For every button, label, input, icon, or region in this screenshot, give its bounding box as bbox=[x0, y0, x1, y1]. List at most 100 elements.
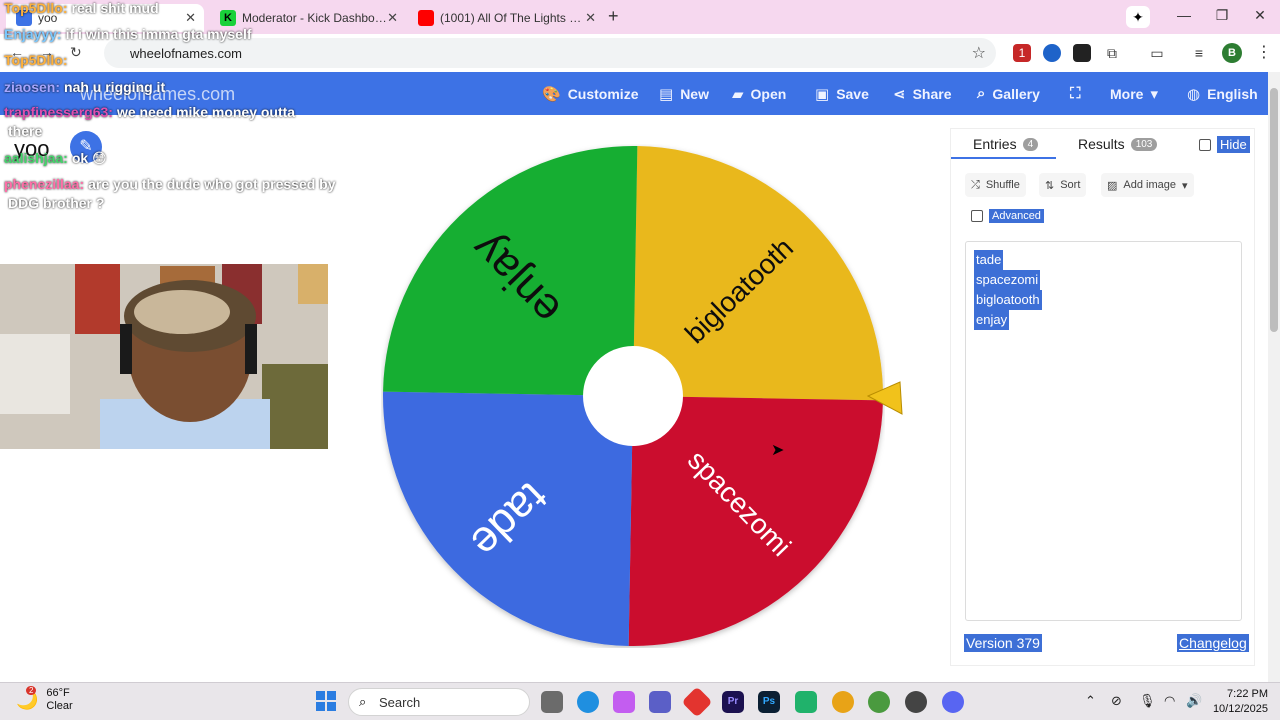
gallery-button[interactable]: ⌕ Gallery bbox=[977, 85, 1040, 102]
advanced-toggle[interactable]: Advanced bbox=[971, 209, 1044, 223]
profile-avatar[interactable]: B bbox=[1222, 43, 1242, 63]
tray-overflow-icon[interactable]: ⌃ bbox=[1085, 693, 1096, 709]
reload-icon[interactable]: ↻ bbox=[70, 44, 82, 61]
chrome-profile-icon[interactable] bbox=[868, 691, 890, 713]
save-button[interactable]: ▣ Save bbox=[815, 85, 869, 103]
chat-message: Enjayyy: if i win this imma gta myself bbox=[4, 26, 252, 42]
minimize-button[interactable]: — bbox=[1174, 7, 1194, 23]
close-icon[interactable]: ✕ bbox=[387, 10, 398, 26]
palette-icon: 🎨 bbox=[542, 86, 561, 103]
customize-button[interactable]: 🎨 Customize bbox=[542, 85, 638, 103]
scrollbar-thumb[interactable] bbox=[1270, 88, 1278, 332]
changelog-link[interactable]: Changelog bbox=[1177, 634, 1249, 652]
open-button[interactable]: ▰ Open bbox=[732, 85, 786, 103]
hide-checkbox[interactable] bbox=[1199, 138, 1211, 151]
screen: yoo ✕ K Moderator - Kick Dashboard ✕ (10… bbox=[0, 0, 1280, 720]
weather-widget[interactable]: 🌙 2 66°F Clear bbox=[16, 685, 73, 713]
hide-toggle[interactable]: Hide bbox=[1199, 136, 1250, 153]
windows-start-icon[interactable] bbox=[316, 691, 336, 711]
extension-dark-icon[interactable] bbox=[1073, 44, 1091, 62]
bookmark-star-icon[interactable]: ☆ bbox=[972, 43, 986, 63]
sort-button[interactable]: ⇅ Sort bbox=[1039, 173, 1087, 197]
more-button[interactable]: More ▾ bbox=[1110, 85, 1158, 103]
entries-count-badge: 4 bbox=[1022, 137, 1039, 151]
chat-message: ziaosen: nah u rigging it bbox=[4, 79, 166, 95]
language-button[interactable]: ◍ English bbox=[1187, 85, 1258, 103]
media-queue-icon[interactable]: ≡ bbox=[1190, 44, 1208, 62]
wheel-pointer-icon bbox=[866, 381, 903, 415]
copilot-icon[interactable] bbox=[613, 691, 635, 713]
new-button[interactable]: ▤ New bbox=[659, 85, 709, 103]
weather-icon: 🌙 2 bbox=[16, 685, 39, 710]
cast-icon[interactable]: ▭ bbox=[1148, 44, 1166, 62]
chrome-icon[interactable] bbox=[832, 691, 854, 713]
panel-tabs: Entries 4 Results 103 Hide bbox=[951, 129, 1256, 159]
close-icon[interactable]: ✕ bbox=[585, 10, 596, 26]
sort-icon: ⇅ bbox=[1045, 179, 1055, 192]
task-view-icon[interactable] bbox=[541, 691, 563, 713]
add-image-button[interactable]: ▨ Add image ▾ bbox=[1101, 173, 1194, 197]
browser-menu-icon[interactable]: ⋮ bbox=[1256, 42, 1272, 62]
taskbar-clock[interactable]: 7:22 PM 10/12/2025 bbox=[1212, 687, 1268, 717]
chat-message: Top5Dllo: real shit mud bbox=[4, 0, 159, 16]
app-red-diamond-icon[interactable] bbox=[681, 686, 713, 718]
chat-username: Top5Dllo: bbox=[4, 52, 68, 68]
results-count-badge: 103 bbox=[1130, 137, 1158, 151]
obs-icon[interactable] bbox=[905, 691, 927, 713]
tab-title: Moderator - Kick Dashboard bbox=[242, 11, 388, 25]
youtube-favicon-icon bbox=[418, 10, 434, 26]
fullscreen-button[interactable]: ⛶ bbox=[1070, 85, 1081, 102]
fullscreen-icon: ⛶ bbox=[1070, 85, 1081, 102]
tab-youtube[interactable]: (1001) All Of The Lights - YouTu ✕ bbox=[408, 4, 604, 32]
tab-results[interactable]: Results 103 bbox=[1078, 136, 1158, 152]
premiere-icon[interactable]: Pr bbox=[722, 691, 744, 713]
app-green-icon[interactable] bbox=[795, 691, 817, 713]
webcam-image bbox=[0, 264, 328, 449]
tab-entries[interactable]: Entries 4 bbox=[973, 136, 1039, 152]
wheel[interactable]: bigloatooth spacezomi tade enjay bbox=[381, 144, 885, 648]
entry-line: tade bbox=[974, 250, 1004, 270]
chat-username: ziaosen: bbox=[4, 79, 61, 95]
chat-message: Top5Dllo: bbox=[4, 52, 72, 68]
url-text[interactable]: wheelofnames.com bbox=[130, 46, 242, 61]
advanced-checkbox[interactable] bbox=[971, 210, 983, 222]
wheel-center[interactable] bbox=[583, 346, 683, 446]
webcam-overlay bbox=[0, 264, 328, 449]
active-tab-indicator bbox=[951, 157, 1056, 159]
chat-message: phenezillaa: are you the dude who got pre… bbox=[4, 176, 336, 192]
share-button[interactable]: ⋖ Share bbox=[893, 85, 952, 103]
discord-icon[interactable] bbox=[942, 691, 964, 713]
address-bar[interactable]: wheelofnames.com ☆ bbox=[104, 38, 996, 68]
photoshop-icon[interactable]: Ps bbox=[758, 691, 780, 713]
image-icon: ▨ bbox=[1107, 179, 1118, 192]
maximize-button[interactable]: ❐ bbox=[1212, 7, 1232, 24]
entries-textarea[interactable]: tade spacezomi bigloatooth enjay bbox=[965, 241, 1242, 621]
entries-panel: Entries 4 Results 103 Hide ⤮ Shuffle ⇅ Sort … bbox=[950, 128, 1255, 666]
volume-icon[interactable]: 🔊 bbox=[1186, 693, 1202, 709]
wheel-svg[interactable]: bigloatoothspacezomitadeenjay bbox=[381, 144, 885, 648]
kick-favicon-icon: K bbox=[220, 10, 236, 26]
gemini-icon[interactable]: ✦ bbox=[1126, 6, 1150, 28]
teams-icon[interactable] bbox=[649, 691, 671, 713]
page-scrollbar[interactable] bbox=[1268, 72, 1280, 682]
version-label: Version 379 bbox=[964, 634, 1042, 652]
search-icon: ⌕ bbox=[977, 85, 986, 102]
taskbar-search[interactable]: ⌕ Search bbox=[348, 688, 530, 716]
save-icon: ▣ bbox=[815, 86, 830, 103]
edge-icon[interactable] bbox=[577, 691, 599, 713]
share-icon: ⋖ bbox=[893, 86, 906, 103]
shuffle-button[interactable]: ⤮ Shuffle bbox=[965, 173, 1026, 197]
new-tab-button[interactable]: + bbox=[608, 6, 619, 27]
entry-line: bigloatooth bbox=[974, 290, 1042, 310]
extension-icon[interactable] bbox=[1043, 44, 1061, 62]
shuffle-icon: ⤮ bbox=[971, 178, 980, 191]
tray-app-icon[interactable]: ⊘ bbox=[1111, 693, 1122, 709]
puzzle-icon[interactable]: ⧉ bbox=[1103, 44, 1121, 62]
extension-adblock-icon[interactable]: 1 bbox=[1013, 44, 1031, 62]
window-close-button[interactable]: ✕ bbox=[1250, 7, 1270, 24]
wifi-icon[interactable]: ◠ bbox=[1164, 693, 1175, 709]
microphone-icon[interactable]: 🎙 bbox=[1139, 693, 1156, 709]
close-icon[interactable]: ✕ bbox=[185, 10, 196, 26]
chat-username: Enjayyy: bbox=[4, 26, 62, 42]
chat-username: trapfinesserg63: bbox=[4, 104, 113, 120]
